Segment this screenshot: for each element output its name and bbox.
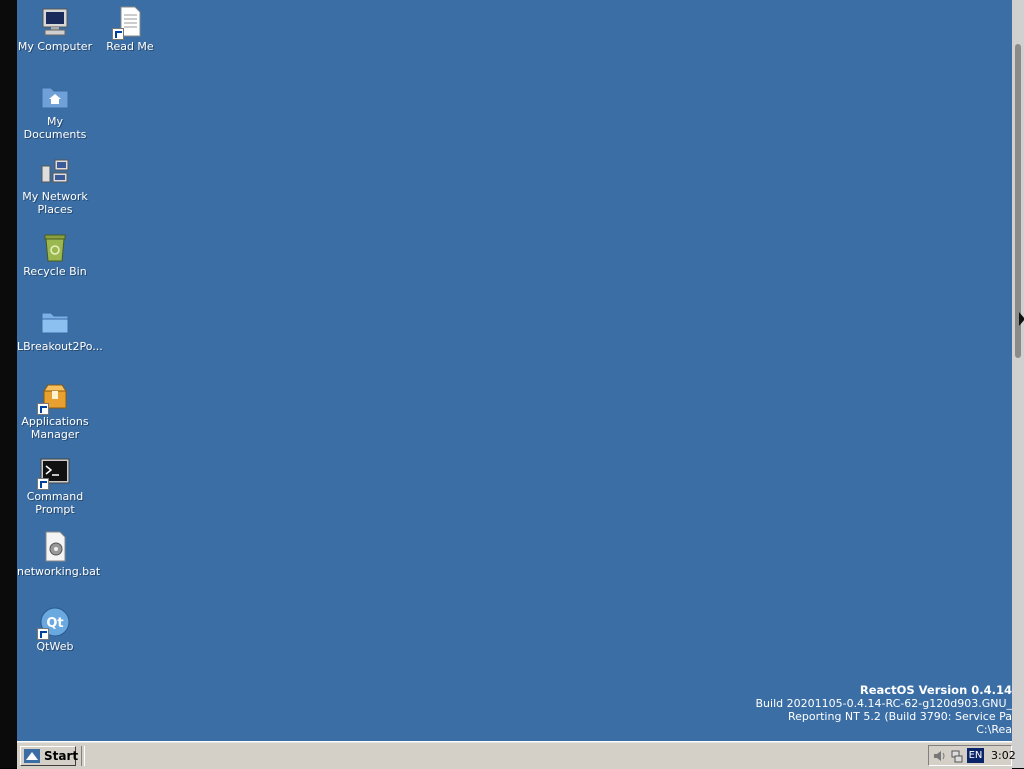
version-build: Build 20201105-0.4.14-RC-62-g120d903.GNU…	[755, 697, 1013, 710]
network-icon[interactable]	[950, 749, 964, 763]
shortcut-arrow-icon	[37, 403, 49, 415]
icon-label: My Documents	[23, 115, 87, 141]
icon-label: My Computer	[17, 40, 93, 53]
shortcut-arrow-icon	[37, 628, 49, 640]
recycle-bin-icon	[39, 231, 71, 263]
icon-label: Applications Manager	[21, 415, 89, 441]
shortcut-arrow-icon	[112, 28, 124, 40]
qtweb-icon: Qt	[37, 606, 71, 640]
version-reporting: Reporting NT 5.2 (Build 3790: Service Pa	[787, 710, 1012, 723]
desktop-icon-lbreakout2-folder[interactable]: LBreakout2Po...	[17, 306, 103, 353]
applications-manager-icon	[37, 381, 71, 415]
speaker-icon[interactable]	[933, 749, 947, 763]
desktop-icon-my-documents[interactable]: My Documents	[17, 81, 93, 141]
version-path: C:\Rea	[976, 723, 1012, 736]
desktop-icon-qtweb[interactable]: Qt QtWeb	[17, 606, 93, 653]
desktop-icon-networking-bat[interactable]: networking.bat	[17, 531, 101, 578]
taskbar: Start EN 3:02	[17, 741, 1016, 769]
batch-file-icon	[39, 531, 71, 563]
language-indicator[interactable]: EN	[967, 748, 984, 763]
mouse-cursor-icon	[1019, 312, 1024, 326]
icon-label: LBreakout2Po...	[17, 340, 103, 353]
desktop-icon-applications-manager[interactable]: Applications Manager	[17, 381, 93, 441]
desktop[interactable]: My Computer Read Me My Documents My Netw…	[17, 0, 1012, 741]
scrollbar-thumb[interactable]	[1015, 44, 1021, 358]
icon-label: Command Prompt	[26, 490, 84, 516]
icon-label: QtWeb	[36, 640, 74, 653]
desktop-icon-recycle-bin[interactable]: Recycle Bin	[17, 231, 93, 278]
start-button[interactable]: Start	[20, 746, 79, 766]
start-logo-icon	[24, 749, 40, 763]
vertical-scrollbar[interactable]	[1012, 0, 1024, 768]
shortcut-arrow-icon	[37, 478, 49, 490]
desktop-icon-my-network-places[interactable]: My Network Places	[17, 156, 93, 216]
folder-icon	[39, 306, 71, 338]
desktop-icon-my-computer[interactable]: My Computer	[17, 6, 93, 53]
desktop-icon-read-me[interactable]: Read Me	[92, 6, 168, 53]
desktop-icon-command-prompt[interactable]: Command Prompt	[17, 456, 93, 516]
my-documents-folder-icon	[39, 81, 71, 113]
document-icon	[112, 6, 146, 40]
taskbar-separator	[81, 746, 85, 766]
icon-label: Recycle Bin	[23, 265, 87, 278]
left-screen-border	[0, 0, 17, 768]
icon-label: networking.bat	[17, 565, 101, 578]
command-prompt-icon	[37, 456, 71, 490]
system-tray: EN 3:02	[928, 745, 1016, 766]
version-title: ReactOS Version 0.4.14	[859, 683, 1012, 697]
version-watermark: ReactOS Version 0.4.14 Build 20201105-0.…	[755, 683, 1013, 737]
icon-label: Read Me	[106, 40, 154, 53]
start-label: Start	[44, 749, 79, 763]
network-places-icon	[39, 156, 71, 188]
icon-label: My Network Places	[22, 190, 88, 216]
my-computer-icon	[39, 6, 71, 38]
tray-clock[interactable]: 3:02	[991, 749, 1016, 762]
